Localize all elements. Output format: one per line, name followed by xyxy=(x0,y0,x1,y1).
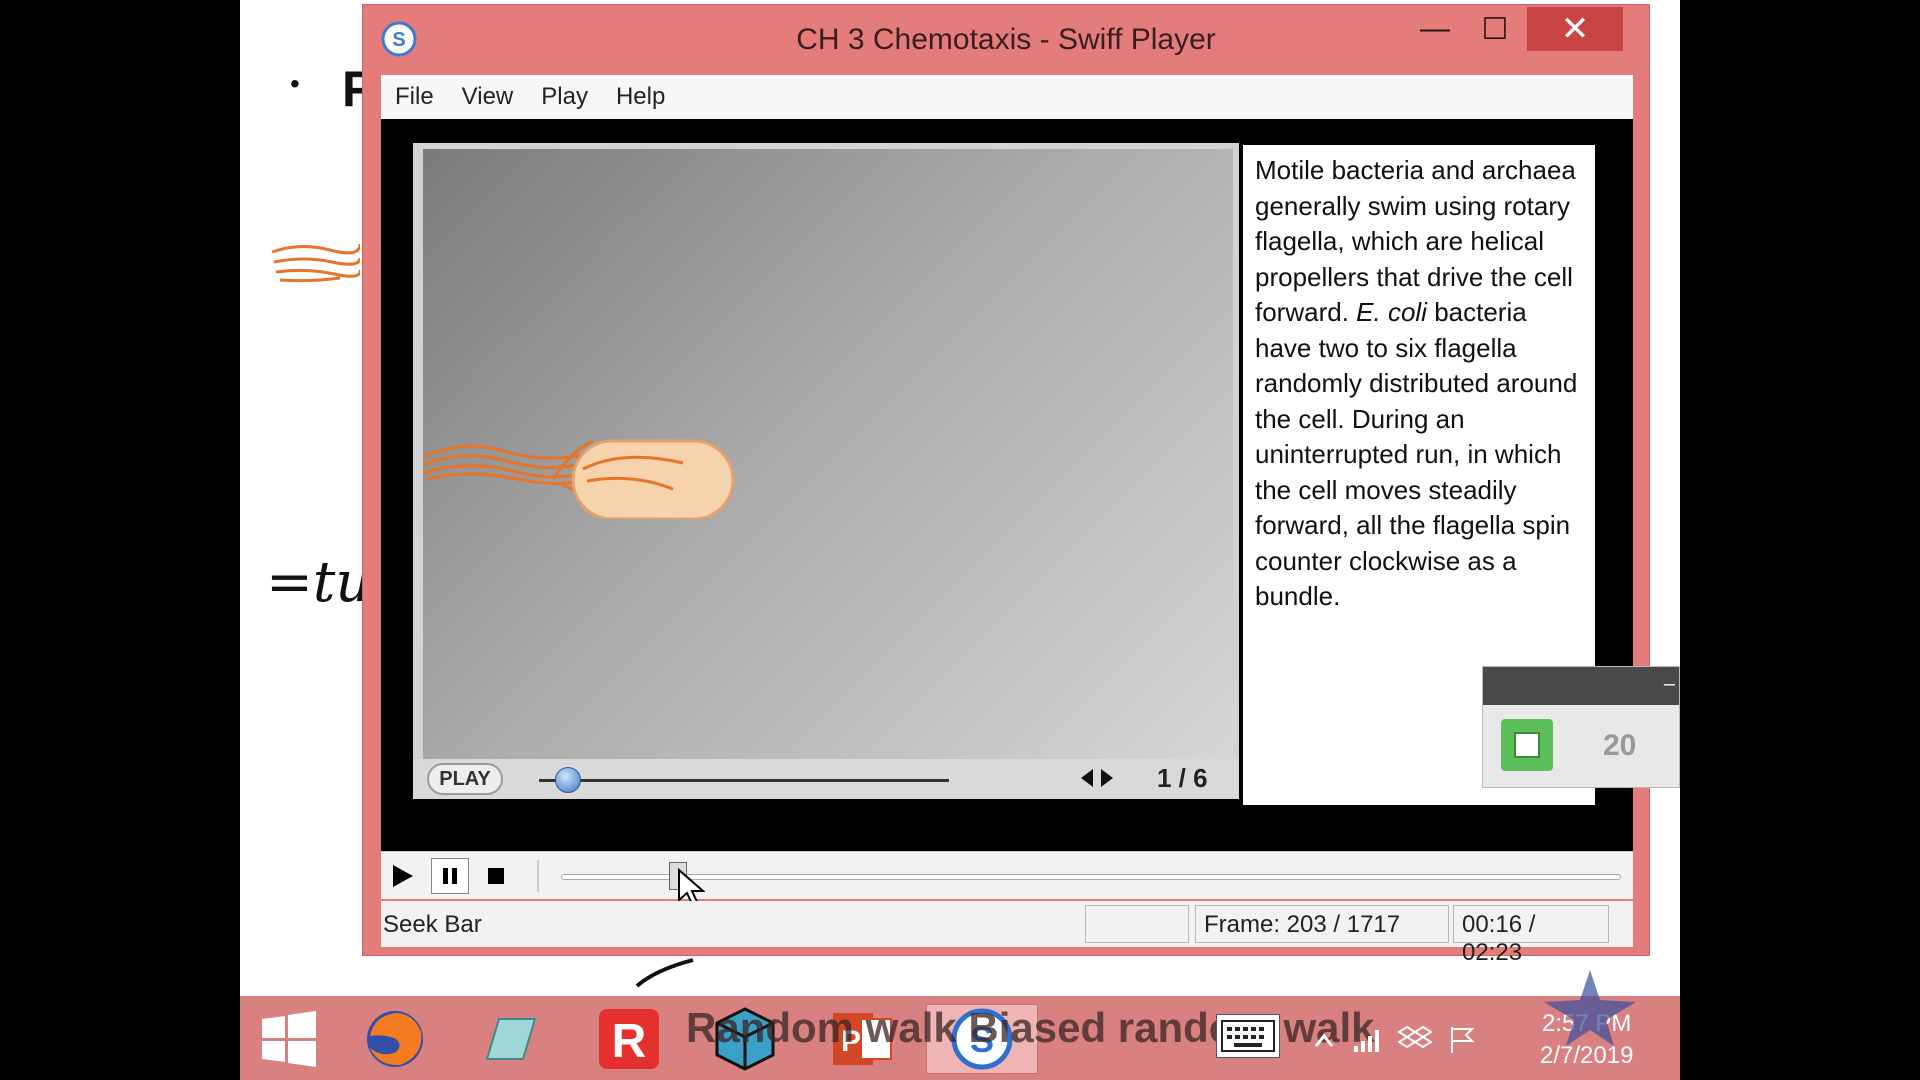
chevron-up-icon xyxy=(1314,1033,1334,1047)
play-button[interactable] xyxy=(383,858,421,894)
minimize-button[interactable]: — xyxy=(1407,7,1463,51)
menu-help[interactable]: Help xyxy=(616,83,665,111)
stop-button[interactable] xyxy=(477,858,515,894)
stop-square-icon xyxy=(1514,732,1540,758)
animation-play-button[interactable]: PLAY xyxy=(427,763,503,795)
menu-play[interactable]: Play xyxy=(541,83,588,111)
taskbar-firefox[interactable] xyxy=(360,1004,430,1074)
recorder-widget: – 20 xyxy=(1482,666,1680,788)
stop-icon xyxy=(488,868,504,884)
status-time: 00:16 / 02:23 xyxy=(1453,905,1609,966)
animation-stage: PLAY 1 / 6 xyxy=(413,143,1239,799)
record-stop-button[interactable] xyxy=(1501,719,1553,771)
firefox-icon xyxy=(367,1011,423,1067)
animation-canvas xyxy=(423,149,1233,759)
touch-keyboard-button[interactable] xyxy=(1216,1014,1280,1058)
flag-icon xyxy=(1451,1027,1475,1053)
windows-logo-icon xyxy=(262,1011,316,1067)
caption-species: E. coli xyxy=(1356,297,1427,327)
r-app-icon: R xyxy=(599,1009,659,1069)
pause-icon xyxy=(443,868,457,884)
tray-show-hidden[interactable] xyxy=(1314,1020,1334,1060)
pause-button[interactable] xyxy=(431,858,469,894)
explorer-icon xyxy=(485,1018,537,1060)
status-label: Seek Bar xyxy=(383,911,482,938)
menu-file[interactable]: File xyxy=(395,83,434,111)
slide-bullet: • xyxy=(290,68,300,99)
title-bar[interactable]: S CH 3 Chemotaxis - Swiff Player — ☐ ✕ xyxy=(363,5,1649,69)
swiff-player-window: S CH 3 Chemotaxis - Swiff Player — ☐ ✕ F… xyxy=(362,4,1650,966)
menu-view[interactable]: View xyxy=(462,83,514,111)
dropbox-icon xyxy=(1398,1025,1432,1049)
play-icon xyxy=(393,865,413,887)
slide-ink-stroke xyxy=(635,958,694,988)
status-empty-field xyxy=(1085,905,1189,943)
taskbar-app-r[interactable]: R xyxy=(594,1004,664,1074)
playback-controls xyxy=(381,851,1633,908)
tray-dropbox[interactable] xyxy=(1398,1020,1432,1060)
close-button[interactable]: ✕ xyxy=(1527,7,1623,51)
keyboard-icon xyxy=(1221,1020,1275,1052)
flash-content-area: PLAY 1 / 6 Motile bacteria and archaea g… xyxy=(381,119,1633,851)
start-button[interactable] xyxy=(254,1004,324,1074)
taskbar: R P S Random walk Biased random walk 2/7… xyxy=(240,996,1680,1080)
widget-counter: 20 xyxy=(1603,729,1637,762)
bacterium-illustration xyxy=(423,439,735,519)
tray-network[interactable] xyxy=(1352,1020,1382,1060)
taskbar-file-explorer[interactable] xyxy=(476,1004,546,1074)
maximize-button[interactable]: ☐ xyxy=(1467,7,1523,51)
screen-frame: • F =tu S CH 3 Chemotaxis - Swiff Player… xyxy=(240,0,1680,1080)
slide-flagella-drawing xyxy=(271,243,360,283)
caption-part-2: bacteria have two to six flagella random… xyxy=(1255,297,1578,611)
tray-action-center[interactable] xyxy=(1448,1020,1478,1060)
animation-progress-thumb[interactable] xyxy=(554,767,581,793)
star-decoration-icon xyxy=(1544,970,1636,1046)
animation-progress-track[interactable] xyxy=(539,779,949,782)
signal-bars-icon xyxy=(1354,1030,1379,1052)
menu-bar: File View Play Help xyxy=(381,75,1633,119)
status-bar: Seek Bar Frame: 203 / 1717 00:16 / 02:23 xyxy=(381,901,1633,966)
widget-title-bar[interactable]: – xyxy=(1483,667,1679,705)
slide-handwriting: =tu xyxy=(266,550,372,615)
animation-page-counter: 1 / 6 xyxy=(1157,763,1208,793)
controls-separator xyxy=(537,860,539,892)
status-frame-counter: Frame: 203 / 1717 xyxy=(1195,905,1449,943)
animation-controls: PLAY 1 / 6 xyxy=(413,759,1239,799)
widget-minimize-icon[interactable]: – xyxy=(1664,673,1675,696)
seek-bar-track[interactable] xyxy=(561,874,1621,880)
svg-text:R: R xyxy=(612,1015,647,1068)
prev-next-arrows-icon[interactable] xyxy=(1077,763,1117,793)
